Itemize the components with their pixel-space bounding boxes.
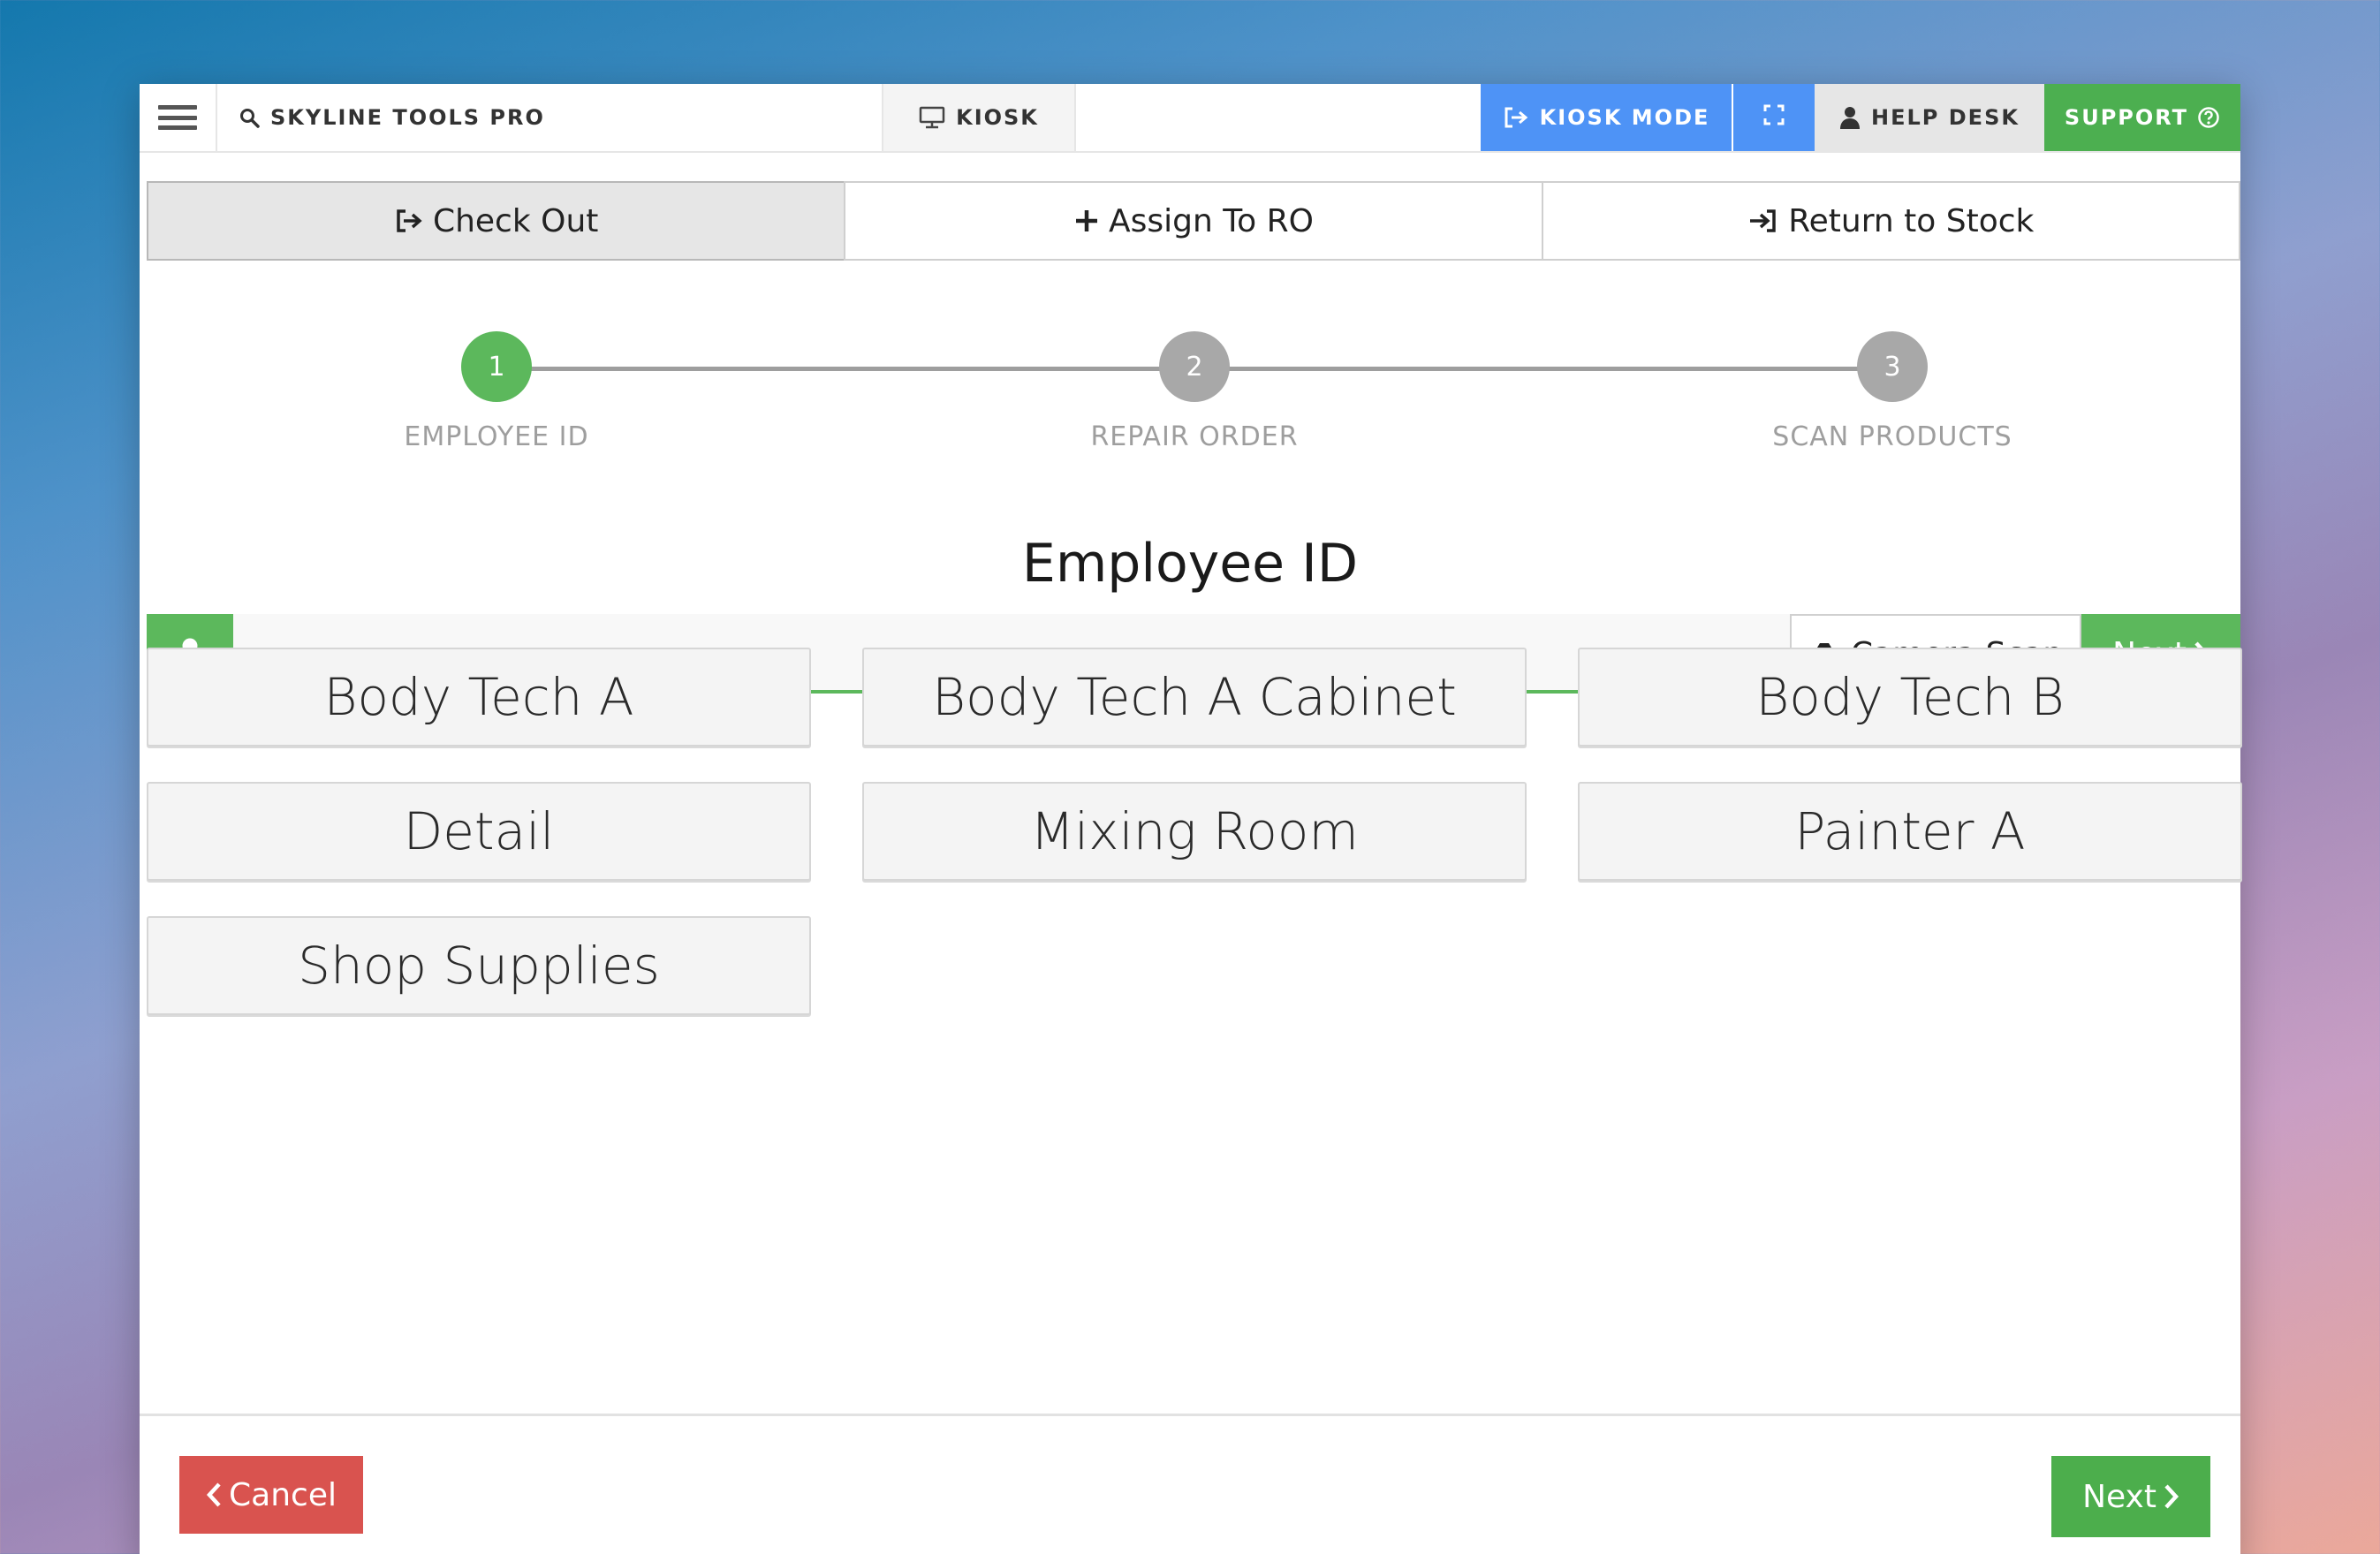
help-desk-label: HELP DESK — [1871, 105, 2020, 130]
tab-label: Return to Stock — [1788, 202, 2035, 239]
cancel-label: Cancel — [229, 1476, 337, 1513]
sign-out-icon — [1503, 106, 1529, 129]
help-desk-button[interactable]: HELP DESK — [1815, 84, 2044, 151]
step-scan-products: 3 SCAN PRODUCTS — [1716, 331, 2069, 452]
support-button[interactable]: SUPPORT — [2044, 84, 2240, 151]
sign-out-icon — [394, 208, 424, 234]
tab-assign-to-ro[interactable]: Assign To RO — [844, 181, 1543, 261]
top-nav-bar: SKYLINE TOOLS PRO KIOSK KIOSK MODE HELP … — [140, 84, 2240, 153]
tab-return-to-stock[interactable]: Return to Stock — [1541, 181, 2240, 261]
employee-button[interactable]: Body Tech A Cabinet — [862, 648, 1527, 747]
support-label: SUPPORT — [2064, 105, 2189, 130]
employee-button[interactable]: Shop Supplies — [147, 916, 811, 1015]
step-label: EMPLOYEE ID — [404, 421, 589, 452]
tab-check-out[interactable]: Check Out — [147, 181, 846, 261]
kiosk-tab[interactable]: KIOSK — [883, 84, 1076, 151]
expand-icon — [1762, 103, 1785, 132]
tab-label: Assign To RO — [1109, 202, 1314, 239]
action-tabs: Check Out Assign To RO Return to Stock — [147, 181, 2240, 261]
kiosk-mode-label: KIOSK MODE — [1539, 105, 1710, 130]
employee-button[interactable]: Mixing Room — [862, 782, 1527, 881]
monitor-icon — [919, 106, 945, 129]
employee-button[interactable]: Detail — [147, 782, 811, 881]
chevron-left-icon — [206, 1482, 222, 1508]
plus-icon — [1073, 208, 1100, 234]
menu-button[interactable] — [140, 84, 217, 151]
kiosk-mode-button[interactable]: KIOSK MODE — [1481, 84, 1732, 151]
user-icon — [1839, 105, 1861, 130]
step-employee-id: 1 EMPLOYEE ID — [320, 331, 673, 452]
employee-button[interactable]: Body Tech B — [1578, 648, 2242, 747]
brand-search[interactable]: SKYLINE TOOLS PRO — [219, 84, 883, 151]
kiosk-label: KIOSK — [956, 105, 1039, 130]
chevron-right-icon — [2164, 1483, 2179, 1510]
search-icon — [239, 107, 260, 128]
step-number: 1 — [461, 331, 532, 402]
kiosk-window: SKYLINE TOOLS PRO KIOSK KIOSK MODE HELP … — [140, 84, 2242, 1554]
step-label: REPAIR ORDER — [1090, 421, 1299, 452]
employee-button[interactable]: Painter A — [1578, 782, 2242, 881]
footer-divider — [140, 1414, 2240, 1416]
step-number: 2 — [1159, 331, 1230, 402]
next-button-footer[interactable]: Next — [2051, 1456, 2210, 1537]
step-label: SCAN PRODUCTS — [1772, 421, 2012, 452]
step-repair-order: 2 REPAIR ORDER — [1018, 331, 1371, 452]
page-title: Employee ID — [1021, 533, 1359, 595]
next-label: Next — [2082, 1478, 2156, 1515]
question-circle-icon — [2197, 106, 2220, 129]
employee-button[interactable]: Body Tech A — [147, 648, 811, 747]
fullscreen-button[interactable] — [1733, 84, 1815, 151]
hamburger-icon — [158, 105, 197, 130]
cancel-button[interactable]: Cancel — [179, 1456, 363, 1534]
brand-label: SKYLINE TOOLS PRO — [270, 105, 545, 130]
tab-label: Check Out — [432, 202, 599, 239]
sign-in-icon — [1747, 208, 1779, 234]
step-number: 3 — [1857, 331, 1928, 402]
